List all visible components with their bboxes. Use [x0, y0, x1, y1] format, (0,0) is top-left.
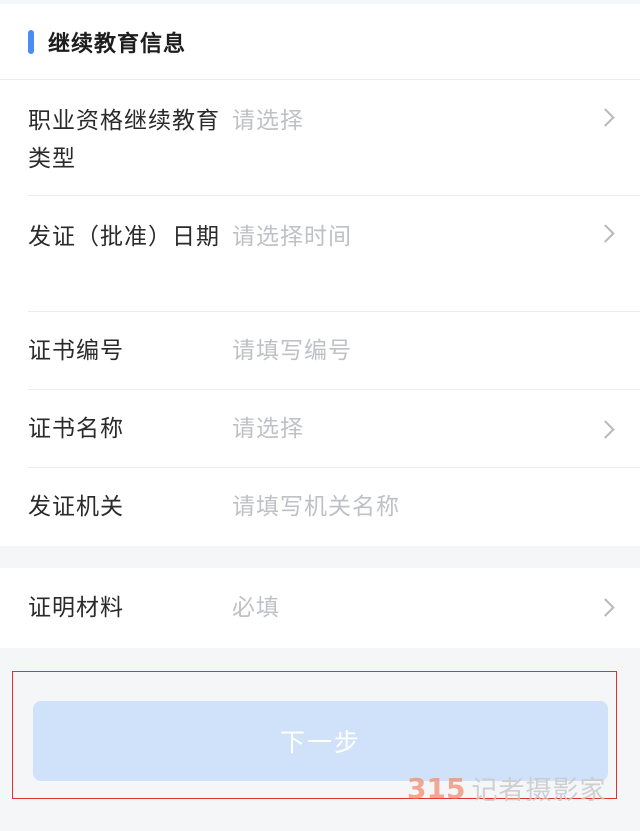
certificate-number-row[interactable]: 证书编号 请填写编号: [28, 312, 640, 390]
chevron-right-icon: [596, 108, 615, 127]
section-title: 继续教育信息: [48, 31, 187, 57]
issuing-authority-row[interactable]: 发证机关 请填写机关名称: [28, 468, 640, 546]
issuing-authority-label: 发证机关: [28, 494, 124, 520]
certificate-name-row[interactable]: 证书名称 请选择: [28, 390, 640, 468]
watermark: 315 记者摄影家: [407, 770, 606, 807]
certificate-name-label: 证书名称: [28, 415, 124, 442]
certificate-number-input[interactable]: 请填写编号: [232, 332, 352, 370]
materials-upload[interactable]: 必填: [232, 589, 280, 627]
next-button[interactable]: 下一步: [33, 701, 608, 781]
issue-date-picker[interactable]: 请选择时间: [232, 218, 352, 256]
materials-section: 证明材料 必填: [0, 568, 640, 648]
issuing-authority-input[interactable]: 请填写机关名称: [232, 488, 400, 526]
chevron-right-icon: [596, 420, 615, 439]
section-accent-bar: [28, 29, 34, 54]
watermark-text: 记者摄影家: [471, 776, 607, 806]
issue-date-label: 发证（批准）日期: [28, 224, 220, 250]
education-type-select[interactable]: 请选择: [232, 102, 304, 140]
materials-label: 证明材料: [28, 595, 124, 621]
chevron-right-icon: [596, 598, 615, 617]
materials-row[interactable]: 证明材料 必填: [28, 568, 640, 648]
section-header: 继续教育信息: [0, 4, 640, 80]
certificate-name-select[interactable]: 请选择: [232, 410, 304, 448]
chevron-right-icon: [596, 224, 615, 243]
continuing-education-section: 继续教育信息 职业资格继续教育类型 请选择 发证（批准）日期 请选择时间 证书编…: [0, 4, 640, 546]
section-gap: [0, 546, 640, 568]
watermark-logo: 315: [407, 772, 466, 805]
education-type-label: 职业资格继续教育类型: [28, 108, 220, 172]
issue-date-row[interactable]: 发证（批准）日期 请选择时间: [28, 196, 640, 312]
education-type-row[interactable]: 职业资格继续教育类型 请选择: [28, 80, 640, 196]
certificate-number-label: 证书编号: [28, 337, 124, 364]
